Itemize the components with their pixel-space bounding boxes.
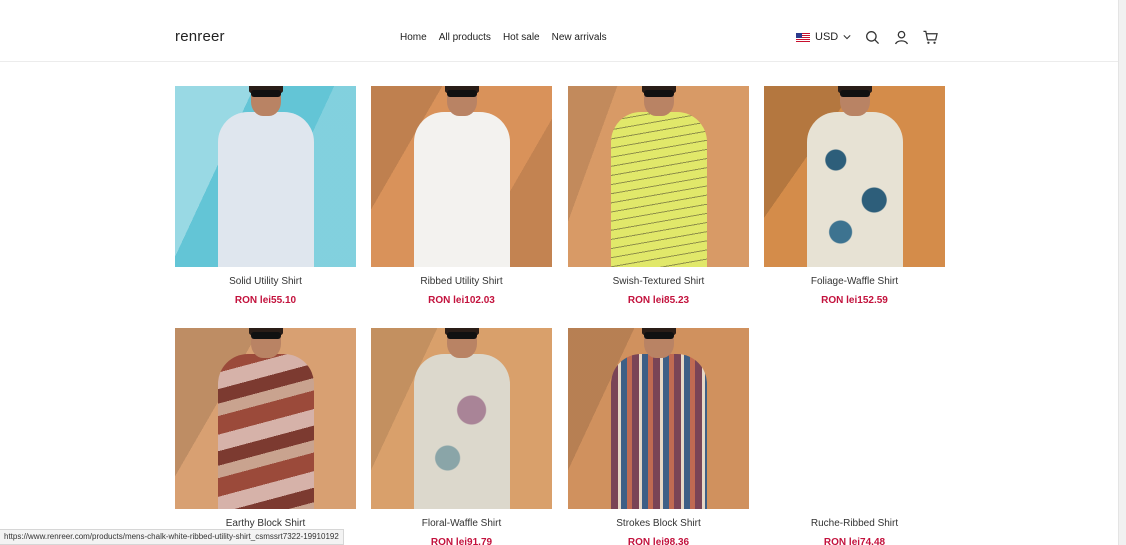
product-image[interactable] <box>568 328 749 509</box>
product-card[interactable]: Ribbed Utility Shirt RON lei102.03 <box>371 86 552 306</box>
link-status-bar: https://www.renreer.com/products/mens-ch… <box>0 529 344 545</box>
nav-hot-sale[interactable]: Hot sale <box>503 32 540 43</box>
product-image[interactable] <box>175 328 356 509</box>
product-card[interactable]: Ruche-Ribbed Shirt RON lei74.48 <box>764 328 945 545</box>
product-price: RON lei152.59 <box>821 295 888 306</box>
product-name[interactable]: Floral-Waffle Shirt <box>371 518 552 529</box>
search-icon[interactable] <box>865 30 880 45</box>
product-price: RON lei55.10 <box>234 295 297 306</box>
product-image[interactable] <box>764 86 945 267</box>
product-price: RON lei85.23 <box>627 295 690 306</box>
product-image[interactable] <box>371 328 552 509</box>
brand-logo[interactable]: renreer <box>175 28 225 45</box>
product-price: RON lei91.79 <box>430 537 493 545</box>
product-name[interactable]: Foliage-Waffle Shirt <box>764 276 945 287</box>
user-icon[interactable] <box>894 30 909 45</box>
product-name[interactable]: Solid Utility Shirt <box>175 276 356 287</box>
nav-new-arrivals[interactable]: New arrivals <box>552 32 607 43</box>
page-scrollbar[interactable] <box>1118 0 1126 545</box>
nav-home[interactable]: Home <box>400 32 427 43</box>
cart-icon[interactable] <box>923 30 938 45</box>
product-card[interactable]: Swish-Textured Shirt RON lei85.23 <box>568 86 749 306</box>
product-card[interactable]: Solid Utility Shirt RON lei55.10 <box>175 86 356 306</box>
product-image[interactable] <box>764 328 945 509</box>
product-price: RON lei98.36 <box>627 537 690 545</box>
nav-all-products[interactable]: All products <box>439 32 491 43</box>
product-name[interactable]: Earthy Block Shirt <box>175 518 356 529</box>
product-name[interactable]: Ruche-Ribbed Shirt <box>764 518 945 529</box>
us-flag-icon <box>796 32 810 42</box>
product-card[interactable]: Earthy Block Shirt <box>175 328 356 529</box>
product-name[interactable]: Swish-Textured Shirt <box>568 276 749 287</box>
product-card[interactable]: Floral-Waffle Shirt RON lei91.79 <box>371 328 552 545</box>
product-price: RON lei102.03 <box>428 295 495 306</box>
currency-selector[interactable]: USD <box>796 31 851 43</box>
product-image[interactable] <box>175 86 356 267</box>
currency-code: USD <box>815 31 839 43</box>
main-nav: Home All products Hot sale New arrivals <box>400 32 607 43</box>
product-card[interactable]: Foliage-Waffle Shirt RON lei152.59 <box>764 86 945 306</box>
product-name[interactable]: Strokes Block Shirt <box>568 518 749 529</box>
product-name[interactable]: Ribbed Utility Shirt <box>371 276 552 287</box>
product-image[interactable] <box>568 86 749 267</box>
site-header: renreer Home All products Hot sale New a… <box>0 0 1118 62</box>
product-card[interactable]: Strokes Block Shirt RON lei98.36 <box>568 328 749 545</box>
product-price: RON lei74.48 <box>823 537 886 545</box>
chevron-down-icon <box>843 35 851 40</box>
product-image[interactable] <box>371 86 552 267</box>
